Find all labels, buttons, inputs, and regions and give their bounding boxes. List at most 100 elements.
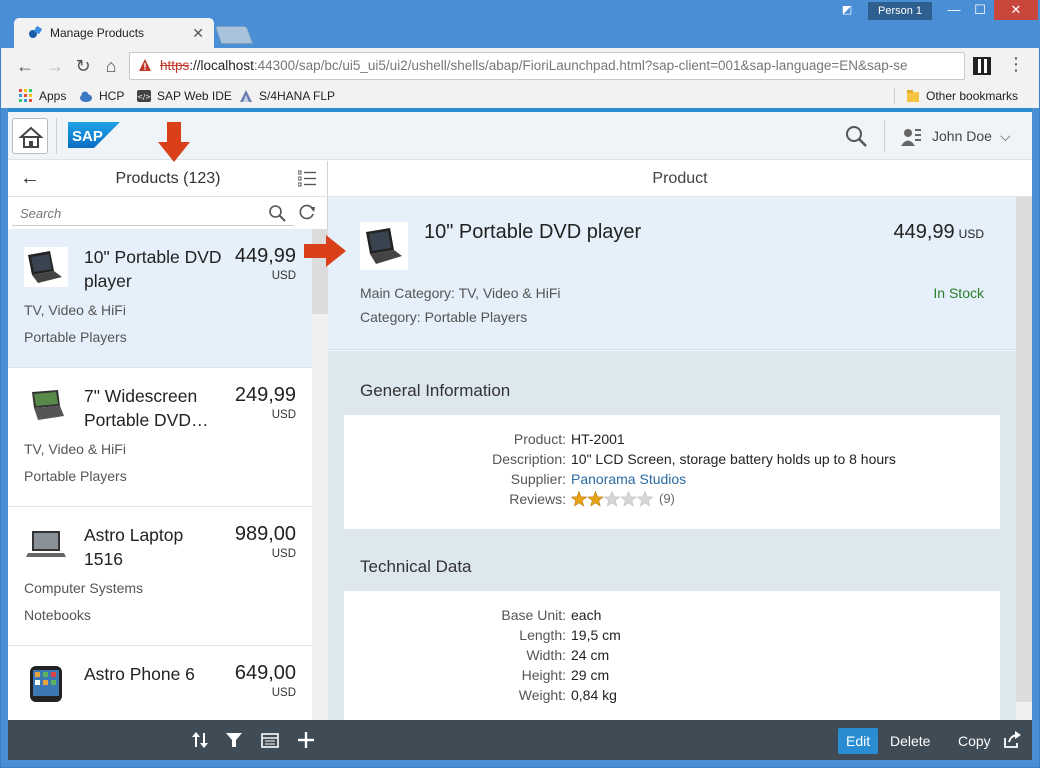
item-category: TV, Video & HiFi: [24, 441, 126, 457]
item-price: 649,00: [234, 662, 296, 684]
fiori-shell: SAP John Doe ⌵ ← Products (123) Search 1…: [8, 108, 1032, 760]
rating-stars: [570, 490, 654, 507]
list-item[interactable]: Astro Phone 6 649,00 USD: [8, 646, 312, 720]
reload-icon[interactable]: ↻: [71, 54, 95, 78]
general-information-form: Product: HT-2001 Description: 10" LCD Sc…: [344, 415, 1000, 529]
detail-scroll-thumb[interactable]: [1016, 197, 1032, 702]
item-currency: USD: [271, 687, 296, 699]
item-name: 7" Widescreen Portable DVD Player: [84, 386, 198, 430]
delete-button[interactable]: Delete: [882, 728, 938, 754]
user-name: John Doe: [932, 128, 992, 144]
web-ide-icon: </>: [137, 90, 151, 102]
nav-back-icon[interactable]: ←: [20, 167, 40, 190]
form-label: Product:: [513, 431, 566, 447]
star-filled-icon: [587, 490, 604, 507]
browser-toolbar: ← → ↻ ⌂ https://localhost:44300/sap/bc/u…: [1, 48, 1039, 84]
browser-tab[interactable]: Manage Products ✕: [14, 18, 214, 48]
detail-pane: Product 10" Portable DVD player 449,99 US…: [328, 161, 1032, 760]
bookmark-label: Apps: [39, 89, 67, 103]
other-bookmarks[interactable]: Other bookmarks: [906, 87, 1018, 105]
form-label: Description:: [492, 451, 566, 467]
refresh-icon[interactable]: [298, 203, 316, 221]
form-label: Supplier:: [510, 471, 566, 487]
search-input[interactable]: [12, 200, 262, 226]
not-secure-warning-icon: [139, 59, 151, 71]
copy-button[interactable]: Copy: [950, 728, 999, 754]
item-category: TV, Video & HiFi: [24, 302, 126, 318]
form-row: Description: 10" LCD Screen, storage bat…: [344, 449, 1000, 469]
shell-search-icon[interactable]: [844, 124, 868, 148]
home-button[interactable]: [12, 118, 48, 154]
bookmark-label: HCP: [99, 89, 125, 103]
detail-scrollbar[interactable]: [1016, 197, 1032, 720]
item-currency: USD: [271, 409, 296, 421]
address-bar[interactable]: https://localhost:44300/sap/bc/ui5_ui5/u…: [129, 52, 965, 80]
form-row: Width: 24 cm: [344, 645, 1000, 665]
list-item[interactable]: Astro Laptop 1516 989,00 USD Computer Sy…: [8, 507, 312, 646]
form-value: HT-2001: [571, 431, 625, 447]
form-label: Weight:: [518, 687, 566, 703]
item-subcategory: Portable Players: [24, 468, 127, 484]
reviews-count: (9): [659, 491, 675, 506]
product-thumbnail: [30, 666, 62, 702]
forward-icon[interactable]: →: [43, 54, 67, 78]
maximize-icon[interactable]: ☐: [968, 0, 992, 20]
flp-icon: [240, 90, 252, 102]
minimize-icon[interactable]: —: [940, 0, 968, 20]
form-value: each: [571, 607, 602, 623]
product-list: 10" Portable DVD player 449,99 USD TV, V…: [8, 229, 312, 720]
rating-indicator[interactable]: (9): [570, 490, 675, 508]
product-thumbnail: [26, 531, 66, 557]
chevron-down-icon: ⌵: [999, 128, 1011, 144]
annotation-arrow-right-icon: [304, 235, 346, 267]
form-row: Supplier: Panorama Studios: [344, 469, 1000, 489]
object-currency: USD: [958, 227, 984, 241]
object-price: 449,99 USD: [893, 221, 984, 244]
bookmark-apps[interactable]: Apps: [19, 87, 66, 105]
bookmark-hcp[interactable]: HCP: [79, 87, 124, 105]
browser-menu-icon[interactable]: ⋮: [1007, 54, 1025, 75]
list-item[interactable]: 7" Widescreen Portable DVD Player 249,99…: [8, 368, 312, 507]
list-scrollbar[interactable]: [312, 229, 328, 720]
person-badge[interactable]: Person 1: [868, 2, 932, 20]
edit-button[interactable]: Edit: [838, 728, 879, 754]
home-icon[interactable]: ⌂: [99, 54, 123, 78]
form-row: Height: 29 cm: [344, 665, 1000, 685]
supplier-link[interactable]: Panorama Studios: [571, 469, 686, 489]
star-empty-icon: [620, 490, 637, 507]
tab-title: Manage Products: [50, 26, 145, 40]
new-tab-button[interactable]: [214, 26, 254, 44]
user-icon: [901, 129, 921, 146]
svg-text:</>: </>: [137, 93, 151, 101]
search-icon[interactable]: [268, 204, 286, 222]
apps-grid-icon: [19, 89, 32, 102]
share-icon[interactable]: [1002, 730, 1022, 750]
filter-icon[interactable]: [224, 730, 244, 750]
bookmark-s4hana-flp[interactable]: S/4HANA FLP: [239, 87, 335, 105]
list-view-icon[interactable]: [298, 170, 316, 188]
add-icon[interactable]: [296, 730, 316, 750]
close-window-icon[interactable]: ✕: [994, 0, 1038, 20]
object-price-value: 449,99: [893, 221, 955, 243]
close-tab-icon[interactable]: ✕: [192, 18, 204, 48]
shell-divider: [884, 120, 885, 152]
bookmark-sap-web-ide[interactable]: </> SAP Web IDE: [137, 87, 232, 105]
product-thumbnail: [32, 390, 64, 420]
back-icon[interactable]: ←: [13, 54, 37, 78]
object-header: 10" Portable DVD player 449,99 USD Main C…: [328, 197, 1016, 350]
svg-text:SAP: SAP: [72, 128, 103, 145]
url-scheme: https: [160, 58, 190, 73]
profile-switch-icon[interactable]: ◩: [836, 0, 858, 20]
item-price: 249,99: [234, 384, 296, 406]
stock-status: In Stock: [933, 285, 984, 301]
form-value: 19,5 cm: [571, 627, 621, 643]
sort-icon[interactable]: [190, 730, 210, 750]
item-name: 10" Portable DVD player: [84, 247, 222, 291]
qr-code-icon[interactable]: [973, 57, 991, 75]
user-menu[interactable]: John Doe ⌵: [900, 124, 1011, 148]
form-value: 29 cm: [571, 667, 610, 683]
list-item[interactable]: 10" Portable DVD player 449,99 USD TV, V…: [8, 229, 312, 368]
item-currency: USD: [271, 270, 296, 282]
item-price: 449,99: [234, 245, 296, 267]
group-icon[interactable]: [260, 730, 280, 750]
